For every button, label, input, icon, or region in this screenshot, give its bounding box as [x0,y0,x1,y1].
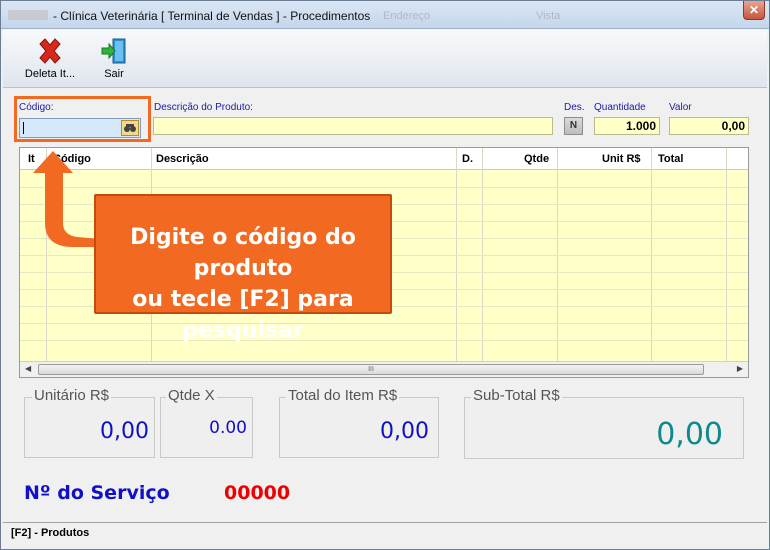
tip-callout: Digite o código do produto ou tecle [F2]… [94,194,392,343]
exit-button[interactable]: Sair [83,34,145,86]
tip-line-1: Digite o código do produto [130,225,356,281]
exit-door-icon [101,38,126,64]
quantity-panel-value: 0.00 [209,418,247,438]
toolbar: Deleta It... Sair [3,30,767,88]
ghost-text-address: Endereço [383,10,431,22]
row-divider [20,187,748,188]
value-input[interactable]: 0,00 [669,117,749,135]
exit-label: Sair [104,68,124,80]
column-header-d[interactable]: D. [462,153,473,165]
callout-arrow-icon [33,151,101,247]
column-header-unit-price[interactable]: Unit R$ [602,153,641,165]
horizontal-scrollbar[interactable]: ◀ III ▶ [20,361,748,377]
code-label: Código: [19,102,54,113]
item-total-value: 0,00 [380,419,429,444]
subtotal-value: 0,00 [656,417,723,452]
scroll-right-arrow-icon[interactable]: ▶ [737,364,743,373]
quantity-panel-label: Qtde X [166,387,217,404]
grid-header: It Código Descrição D. Qtde Unit R$ Tota… [20,148,748,170]
red-x-delete-icon [39,38,61,64]
service-number-label: Nº do Serviço [24,482,170,504]
des-toggle-button[interactable]: N [564,117,583,135]
text-caret [23,122,24,134]
value-label: Valor [669,102,692,113]
column-header-quantity[interactable]: Qtde [524,153,549,165]
subtotal-label: Sub-Total R$ [471,387,562,404]
description-input[interactable] [153,117,553,135]
window-title: - Clínica Veterinária [ Terminal de Vend… [53,9,371,23]
app-icon [8,10,48,20]
item-total-label: Total do Item R$ [286,387,400,404]
code-input[interactable] [19,118,141,138]
quantity-input[interactable]: 1.000 [594,117,660,135]
column-header-description[interactable]: Descrição [156,153,209,165]
search-binoculars-icon[interactable] [121,120,139,136]
scroll-left-arrow-icon[interactable]: ◀ [25,364,31,373]
quantity-label: Quantidade [594,102,646,113]
des-label: Des. [564,102,585,113]
column-header-total[interactable]: Total [658,153,683,165]
unit-price-value: 0,00 [100,419,149,444]
status-text: [F2] - Produtos [11,527,90,539]
description-label: Descrição do Produto: [154,102,253,113]
service-number-value: 00000 [224,482,291,504]
delete-item-label: Deleta It... [24,68,76,80]
status-bar: [F2] - Produtos [3,522,767,544]
tip-line-2: ou tecle [F2] para pesquisar [132,287,354,343]
title-bar: - Clínica Veterinária [ Terminal de Vend… [1,1,769,29]
app-window: - Clínica Veterinária [ Terminal de Vend… [0,0,770,550]
delete-item-button[interactable]: Deleta It... [19,34,81,86]
ghost-text-view: Vista [536,10,561,22]
scrollbar-thumb[interactable]: III [38,364,704,375]
tip-callout-text: Digite o código do produto ou tecle [F2]… [96,222,390,346]
close-window-button[interactable]: ✕ [743,1,765,20]
unit-price-label: Unitário R$ [32,387,112,404]
